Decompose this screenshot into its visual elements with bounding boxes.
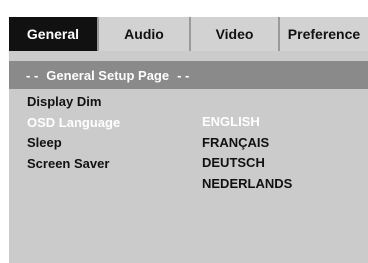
tab-audio[interactable]: Audio [99, 17, 191, 51]
setting-list: Display Dim OSD Language Sleep Screen Sa… [27, 92, 120, 174]
option-english[interactable]: ENGLISH [202, 112, 292, 133]
page-title: General Setup Page [46, 67, 170, 83]
title-dash-left: - - [26, 67, 39, 83]
tab-preference[interactable]: Preference [280, 17, 368, 51]
option-deutsch[interactable]: DEUTSCH [202, 153, 292, 174]
setting-osd-language[interactable]: OSD Language [27, 113, 120, 134]
page-title-bar: - - General Setup Page - - [9, 61, 368, 89]
tab-video[interactable]: Video [191, 17, 280, 51]
tab-bar: General Audio Video Preference [9, 17, 368, 51]
title-dash-right: - - [177, 67, 190, 83]
language-option-list: ENGLISH FRANÇAIS DEUTSCH NEDERLANDS [202, 112, 292, 194]
tab-general[interactable]: General [9, 17, 99, 51]
setting-sleep[interactable]: Sleep [27, 133, 120, 154]
option-francais[interactable]: FRANÇAIS [202, 133, 292, 154]
setup-menu-panel: General Audio Video Preference - - Gener… [9, 17, 368, 263]
setting-display-dim[interactable]: Display Dim [27, 92, 120, 113]
setting-screen-saver[interactable]: Screen Saver [27, 154, 120, 175]
option-nederlands[interactable]: NEDERLANDS [202, 174, 292, 195]
